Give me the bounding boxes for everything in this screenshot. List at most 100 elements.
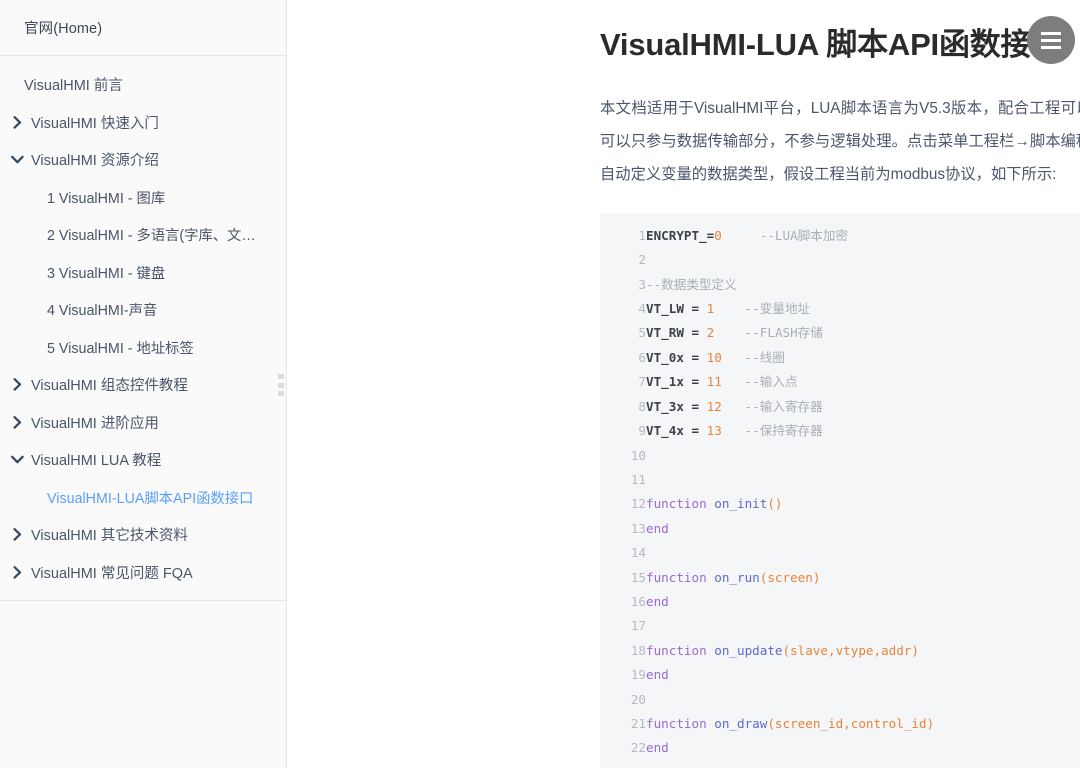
token-par: (screen_id,control_id) [767,715,935,731]
hamburger-icon-line [1041,38,1061,42]
code-line-content[interactable]: end [646,517,1080,541]
code-line-content[interactable]: end [646,736,1080,760]
sidebar-item-6[interactable]: 4 VisualHMI-声音 [0,291,286,329]
hamburger-icon-line [1041,45,1061,49]
line-number: 1 [638,227,646,243]
code-line-content[interactable]: VT_1x = 11 --输入点 [646,370,1080,394]
token-kw: end [646,740,669,756]
code-line-content[interactable] [646,248,1080,272]
token-com: --保持寄存器 [744,423,823,439]
code-line-content[interactable]: ENCRYPT_=0 --LUA脚本加密 [646,224,1080,248]
token-com: --变量地址 [744,301,811,317]
token-fn: on_init [714,496,768,512]
sidebar-item-label: VisualHMI-LUA脚本API函数接口 [47,490,254,507]
code-line-content[interactable]: function on_init() [646,492,1080,516]
code-line-content[interactable]: function on_run(screen) [646,566,1080,590]
sidebar-item-2[interactable]: VisualHMI 资源介绍 [0,141,286,179]
code-line-content[interactable] [646,688,1080,712]
article-body: VisualHMI-LUA 脚本API函数接口 本文档适用于VisualHMI平… [600,0,1080,768]
line-number: 2 [638,252,646,268]
code-line-content[interactable]: VT_LW = 1 --变量地址 [646,297,1080,321]
sidebar-item-3[interactable]: 1 VisualHMI - 图库 [0,179,286,217]
sidebar-item-7[interactable]: 5 VisualHMI - 地址标签 [0,329,286,367]
sidebar-item-9[interactable]: VisualHMI 进阶应用 [0,404,286,442]
code-line: 12 function on_init() [600,492,1080,516]
sidebar-resize-handle[interactable] [278,374,284,396]
sidebar-item-12[interactable]: VisualHMI 其它技术资料 [0,516,286,554]
code-line: 7 VT_1x = 11 --输入点 [600,370,1080,394]
code-line-content[interactable]: function on_update(slave,vtype,addr) [646,639,1080,663]
code-line-content[interactable] [646,444,1080,468]
sidebar-item-0[interactable]: VisualHMI 前言 [0,66,286,104]
sidebar-item-10[interactable]: VisualHMI LUA 教程 [0,441,286,479]
token-kw: end [646,520,669,536]
sidebar-item-8[interactable]: VisualHMI 组态控件教程 [0,366,286,404]
code-line-content[interactable]: VT_0x = 10 --线圈 [646,346,1080,370]
code-line: 8 VT_3x = 12 --输入寄存器 [600,395,1080,419]
code-line-content[interactable]: end [646,590,1080,614]
token-var: VT_RW = [646,325,707,341]
line-number: 13 [630,520,646,536]
chevron-right-icon[interactable] [9,565,25,579]
code-line: 4 VT_LW = 1 --变量地址 [600,297,1080,321]
chevron-right-icon[interactable] [9,415,25,429]
token-com: --LUA脚本加密 [759,227,849,243]
sidebar-item-1[interactable]: VisualHMI 快速入门 [0,104,286,142]
page-title: VisualHMI-LUA 脚本API函数接口 [600,27,1063,62]
sidebar-item-label: 1 VisualHMI - 图库 [47,190,166,207]
token-com: --输入寄存器 [744,398,823,414]
line-number: 19 [630,667,646,683]
line-number: 4 [638,301,646,317]
sidebar-item-11[interactable]: VisualHMI-LUA脚本API函数接口 [0,479,286,517]
chevron-right-icon[interactable] [9,378,25,391]
handle-dot [278,382,284,388]
chevron-down-icon[interactable] [9,455,25,464]
token-kw: function [646,715,707,731]
line-number: 16 [630,593,646,609]
code-line: 22 end [600,736,1080,760]
code-line-content[interactable] [646,614,1080,638]
code-line: 17 [600,614,1080,638]
code-line: 6 VT_0x = 10 --线圈 [600,346,1080,370]
line-number: 11 [630,471,646,487]
sidebar-item-4[interactable]: 2 VisualHMI - 多语言(字库、文字标… [0,216,286,254]
code-line-content[interactable]: end [646,663,1080,687]
chevron-right-icon[interactable] [9,115,25,129]
code-line-content[interactable]: --数据类型定义 [646,273,1080,297]
line-number: 6 [638,349,646,365]
sidebar-home-row[interactable]: 官网(Home) [0,0,286,56]
handle-dot [278,391,284,396]
hamburger-icon-line [1041,31,1061,35]
code-line: 18 function on_update(slave,vtype,addr) [600,639,1080,663]
code-line-content[interactable] [646,468,1080,492]
hamburger-menu-button[interactable] [1027,16,1075,64]
token-kw: function [646,569,707,585]
code-line-content[interactable]: function on_draw(screen_id,control_id) [646,712,1080,736]
sidebar-item-5[interactable]: 3 VisualHMI - 键盘 [0,254,286,292]
sidebar-item-label: VisualHMI 其它技术资料 [31,528,188,545]
sidebar-item-label: 3 VisualHMI - 键盘 [47,265,166,282]
code-line-content[interactable] [646,541,1080,565]
code-line-content[interactable]: VT_RW = 2 --FLASH存储 [646,321,1080,345]
code-line-content[interactable]: VT_3x = 12 --输入寄存器 [646,395,1080,419]
token-par: (slave,vtype,addr) [782,642,919,658]
chevron-down-icon[interactable] [9,155,25,164]
sidebar-item-label: 2 VisualHMI - 多语言(字库、文字标… [47,228,267,245]
token-var: VT_1x = [646,374,707,390]
sidebar-item-label: VisualHMI 前言 [24,78,123,95]
sidebar-item-label: 5 VisualHMI - 地址标签 [47,340,194,357]
code-line: 15 function on_run(screen) [600,566,1080,590]
token-kw: end [646,667,669,683]
chevron-right-icon[interactable] [9,528,25,541]
token-var: VT_LW = [646,301,707,317]
code-line-content[interactable]: VT_4x = 13 --保持寄存器 [646,419,1080,443]
code-line: 21 function on_draw(screen_id,control_id) [600,712,1080,736]
sidebar-item-13[interactable]: VisualHMI 常见问题 FQA [0,554,286,592]
line-number: 8 [638,398,646,414]
token-par: (screen) [759,569,821,585]
home-link[interactable]: 官网(Home) [24,17,102,38]
